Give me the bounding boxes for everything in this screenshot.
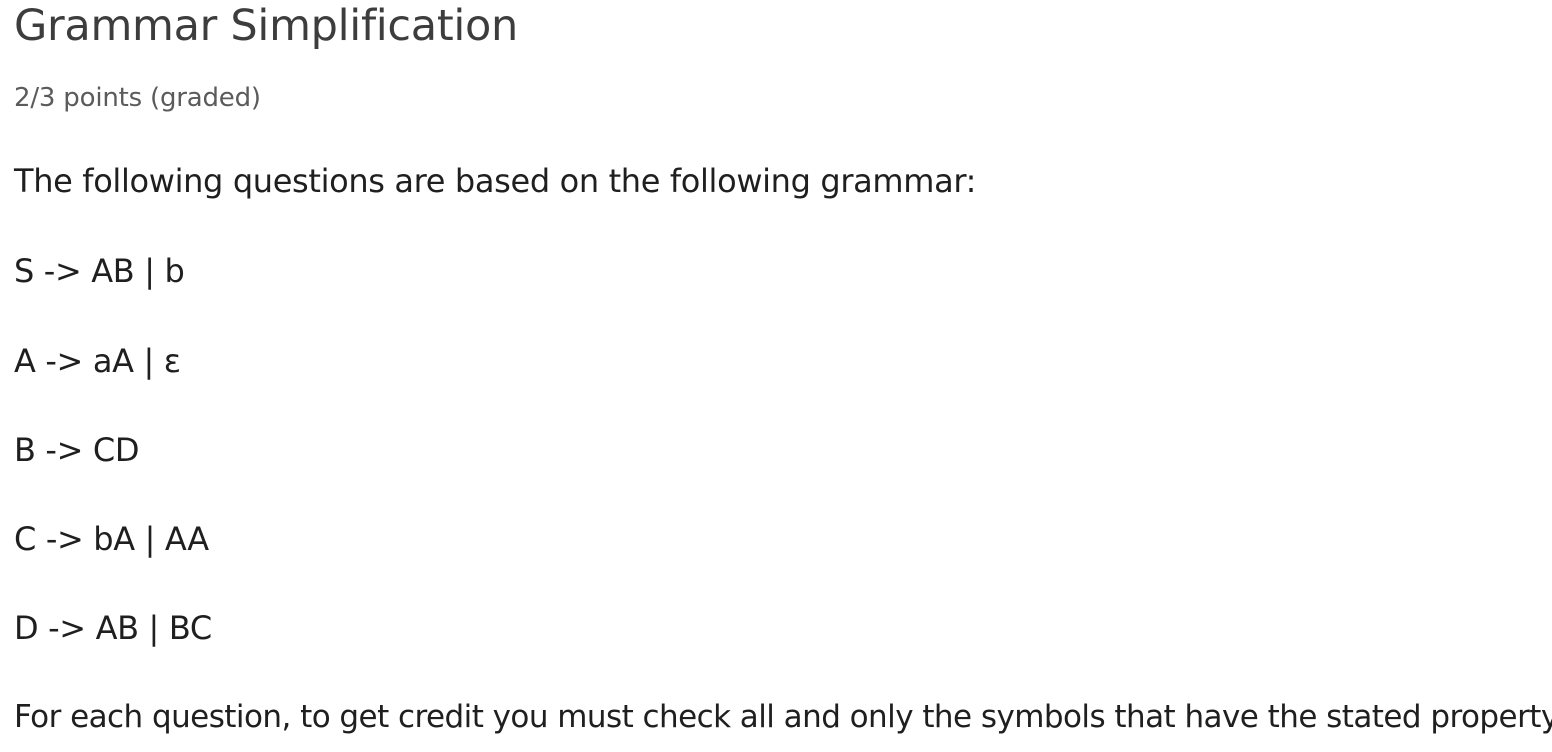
- grammar-rule-a: A -> aA | ε: [14, 342, 181, 380]
- points-status: 2/3 points (graded): [14, 83, 261, 113]
- problem-instructions: For each question, to get credit you mus…: [14, 699, 1552, 735]
- grammar-rule-s: S -> AB | b: [14, 252, 185, 290]
- grammar-rule-d: D -> AB | BC: [14, 609, 212, 647]
- problem-title: Grammar Simplification: [14, 1, 518, 51]
- problem-intro: The following questions are based on the…: [14, 162, 977, 200]
- grammar-rule-b: B -> CD: [14, 431, 140, 469]
- grammar-rule-c: C -> bA | AA: [14, 520, 209, 558]
